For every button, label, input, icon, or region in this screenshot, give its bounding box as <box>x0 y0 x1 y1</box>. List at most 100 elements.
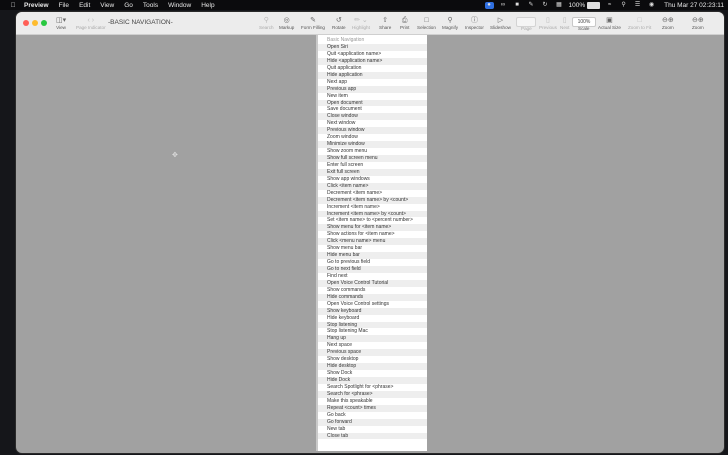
page-indicator-button[interactable]: ‹ › Page Indicator <box>76 16 106 30</box>
app-status-icon[interactable]: ■ <box>513 2 522 9</box>
list-item: Click <item name> <box>316 182 427 190</box>
selection-button[interactable]: □ Selection <box>417 16 436 30</box>
menubar-clock[interactable]: Thu Mar 27 02:23:11 <box>664 2 724 9</box>
voice-control-icon[interactable]: ● <box>484 1 494 9</box>
inspector-button[interactable]: ⓘ Inspector <box>465 16 484 30</box>
list-item: Hide <application name> <box>316 57 427 65</box>
fullscreen-window-button[interactable] <box>41 20 47 26</box>
list-item: Show Dock <box>327 370 353 377</box>
siri-icon[interactable]: ◉ <box>647 2 656 9</box>
menu-go[interactable]: Go <box>124 2 133 9</box>
menu-tools[interactable]: Tools <box>143 2 158 9</box>
list-item: Show keyboard <box>316 307 427 315</box>
list-item: Hide Dock <box>316 377 427 384</box>
print-icon: ⎙ <box>401 17 408 24</box>
previous-page-button[interactable]: ▯ Previous <box>539 16 557 30</box>
highlight-button[interactable]: ✏ ⌄ Highlight <box>352 16 370 30</box>
document-title: -BASIC NAVIGATION- <box>108 19 173 26</box>
menu-file[interactable]: File <box>59 2 69 9</box>
list-item: Hide keyboard <box>327 314 360 321</box>
creative-cloud-icon[interactable]: ∞ <box>499 2 508 9</box>
spotlight-search-icon[interactable]: ⚲ <box>619 2 628 9</box>
list-item: Search for <phrase> <box>316 390 427 398</box>
print-button[interactable]: ⎙ Print <box>400 16 409 30</box>
zoom-out-in-icon: ⊖⊕ <box>662 17 674 24</box>
menu-view[interactable]: View <box>100 2 114 9</box>
list-item: Exit full screen <box>316 168 427 176</box>
list-item: Search Spotlight for <phrase> <box>327 383 394 390</box>
close-window-button[interactable] <box>23 20 29 26</box>
search-icon: ⚲ <box>263 17 269 24</box>
list-item: Hide desktop <box>316 363 427 371</box>
apple-menu-icon[interactable]:  <box>8 2 18 9</box>
menu-help[interactable]: Help <box>201 2 214 9</box>
list-item: New tab <box>327 425 346 432</box>
list-item: Open Siri <box>316 44 427 51</box>
zoom-to-fit-button[interactable]: □ Zoom to Fit <box>628 16 651 30</box>
list-item: Hide menu bar <box>316 252 427 260</box>
info-icon: ⓘ <box>470 17 478 24</box>
list-item: Open Voice Control settings <box>327 300 389 307</box>
list-item: Go to previous field <box>327 259 371 266</box>
list-item: Close window <box>316 113 427 121</box>
list-item: Show actions for <item name> <box>327 231 395 238</box>
magnify-button[interactable]: ⚲ Magnify <box>442 16 458 30</box>
list-item: Zoom window <box>327 134 358 141</box>
form-filling-button[interactable]: ✎ Form Filling <box>301 16 325 30</box>
list-item: Next window <box>327 120 356 127</box>
share-button[interactable]: ⇧ Share <box>379 16 391 30</box>
control-center-icon[interactable]: ☰ <box>633 2 642 9</box>
zoom-out-in-icon-2: ⊖⊕ <box>692 17 704 24</box>
page-next-icon: ▯ <box>562 17 567 24</box>
list-item: Hide commands <box>316 293 427 301</box>
selection-icon: □ <box>424 17 429 24</box>
rotate-button[interactable]: ↺ Rotate <box>332 16 346 30</box>
next-page-button[interactable]: ▯ Next <box>560 16 569 30</box>
document-page[interactable]: Basic Navigation Open Siri Quit <applica… <box>316 35 427 451</box>
list-item: Hang up <box>316 335 427 343</box>
sync-icon[interactable]: ↻ <box>541 2 550 9</box>
page-edge <box>316 35 318 451</box>
view-button[interactable]: ◫▾ View <box>56 16 66 30</box>
list-item: Quit <application name> <box>327 50 382 57</box>
list-item: Increment <item name> <box>327 203 380 210</box>
rotate-icon: ↺ <box>335 17 342 24</box>
battery-icon[interactable] <box>587 1 601 9</box>
slideshow-button[interactable]: ▷ Slideshow <box>490 16 511 30</box>
list-item: Hide application <box>316 71 427 79</box>
pen-icon[interactable]: ✎ <box>527 2 536 9</box>
minimize-window-button[interactable] <box>32 20 38 26</box>
list-item: Stop listening <box>316 321 427 329</box>
highlighter-icon: ✏ ⌄ <box>354 17 368 24</box>
list-item: Go to next field <box>316 266 427 273</box>
list-item: Click <menu name> menu <box>316 238 427 246</box>
list-item: Open Voice Control Tutorial <box>316 279 427 287</box>
actual-size-button[interactable]: ▣ Actual Size <box>598 16 621 30</box>
list-item: Previous window <box>316 127 427 135</box>
list-item: Increment <item name> by <count> <box>316 210 427 218</box>
list-item: Next app <box>327 78 348 85</box>
menu-app-name[interactable]: Preview <box>24 2 49 9</box>
command-list: Open Siri Quit <application name> Hide <… <box>316 44 427 440</box>
list-item: Decrement <item name> by <count> <box>316 196 427 204</box>
zoom-group-1[interactable]: ⊖⊕ Zoom <box>662 16 674 30</box>
list-item: Show full screen menu <box>316 155 427 162</box>
actual-size-icon: ▣ <box>606 17 613 24</box>
grid-icon[interactable]: ▦ <box>555 2 564 9</box>
share-icon: ⇧ <box>382 17 389 24</box>
battery-percent: 100% <box>568 1 586 9</box>
list-item: Previous space <box>316 349 427 357</box>
menu-window[interactable]: Window <box>168 2 191 9</box>
search-button[interactable]: ⚲ Search <box>259 16 274 30</box>
wifi-icon[interactable]: ≈ <box>605 2 614 9</box>
markup-icon: ◎ <box>283 17 290 24</box>
markup-button[interactable]: ◎ Markup <box>279 16 294 30</box>
window-controls <box>23 20 50 26</box>
document-heading: Basic Navigation <box>327 37 365 43</box>
page-label: Page <box>521 26 532 31</box>
menu-edit[interactable]: Edit <box>79 2 90 9</box>
list-item: Show desktop <box>327 356 359 363</box>
list-item: Close tab <box>316 432 427 440</box>
zoom-group-2[interactable]: ⊖⊕ Zoom <box>692 16 704 30</box>
slideshow-icon: ▷ <box>497 17 504 24</box>
